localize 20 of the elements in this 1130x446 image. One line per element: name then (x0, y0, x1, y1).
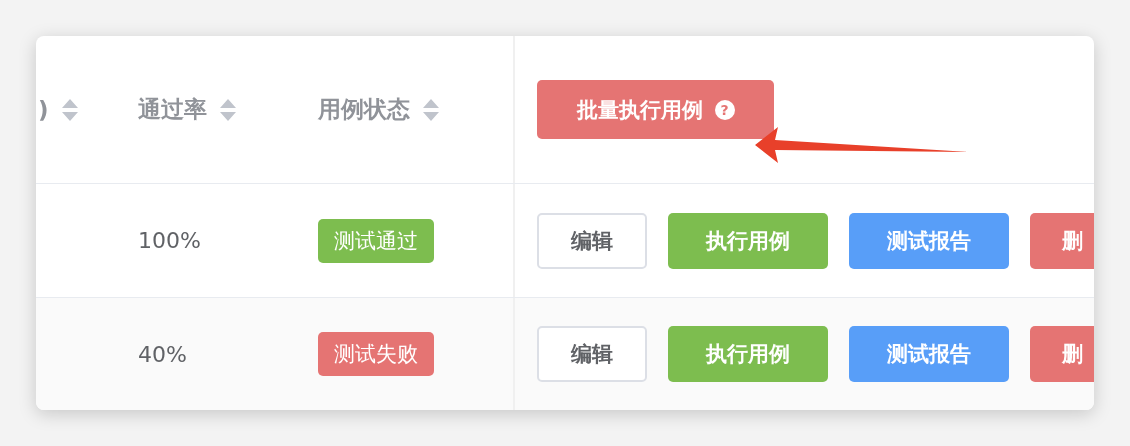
pass-rate: 100% (138, 228, 201, 253)
run-button[interactable]: 执行用例 (668, 326, 828, 382)
run-button[interactable]: 执行用例 (668, 212, 828, 269)
report-button[interactable]: 测试报告 (849, 212, 1009, 269)
status-tag: 测试失败 (318, 332, 434, 376)
sort-icon[interactable] (422, 97, 440, 122)
delete-button[interactable]: 删 (1030, 212, 1094, 269)
edit-button[interactable]: 编辑 (537, 326, 647, 382)
sort-icon[interactable] (60, 97, 79, 122)
edit-button[interactable]: 编辑 (537, 212, 647, 269)
status-tag: 测试通过 (318, 218, 434, 263)
column-header: 通过率 (138, 95, 207, 124)
report-button[interactable]: 测试报告 (849, 326, 1009, 382)
column-header: 用例状态 (318, 95, 410, 124)
pass-rate: 40% (138, 341, 187, 367)
column-header: ) (38, 96, 49, 123)
help-icon: ? (714, 99, 735, 120)
delete-button[interactable]: 删 (1030, 326, 1094, 382)
sort-icon[interactable] (219, 97, 237, 122)
batch-run-button[interactable]: 批量执行用例 ? (537, 80, 774, 139)
